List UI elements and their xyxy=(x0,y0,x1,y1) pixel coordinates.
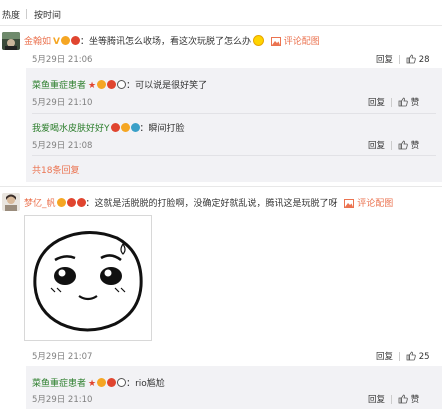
like-label: 赞 xyxy=(410,98,420,108)
comment-actions: 回复 28 xyxy=(376,53,430,65)
panda-badge-icon xyxy=(117,378,127,387)
reply-time: 5月29日 21:08 xyxy=(32,141,93,151)
thumbs-up-icon xyxy=(398,394,408,404)
comment-username[interactable]: 金翰如 xyxy=(24,37,51,47)
action-divider xyxy=(399,352,401,361)
member-badge-icon xyxy=(97,80,107,89)
comment-pic-label: 评论配图 xyxy=(283,37,320,47)
reply-text: ：rio尴尬 xyxy=(126,379,165,389)
avatar[interactable] xyxy=(2,193,20,211)
sort-tabs: 热度 按时间 xyxy=(0,0,442,26)
level-badge-icon xyxy=(107,378,117,387)
fan-badge-icon xyxy=(76,198,86,207)
comment-pic-link[interactable]: 评论配图 xyxy=(270,37,320,47)
level-badge-icon xyxy=(110,123,120,132)
level-badge-icon xyxy=(107,80,117,89)
like-count: 25 xyxy=(418,352,430,362)
reply-text: ：瞬间打脸 xyxy=(139,124,185,134)
reply-button[interactable]: 回复 xyxy=(376,352,393,362)
like-button[interactable]: 28 xyxy=(406,54,430,65)
like-label: 赞 xyxy=(410,395,420,405)
like-button[interactable]: 赞 xyxy=(398,140,420,151)
like-label: 赞 xyxy=(410,141,420,151)
action-divider xyxy=(399,55,401,64)
comment-text: ：坐等腾讯怎么收场，看这次玩脱了怎么办 xyxy=(79,37,251,47)
thumbs-up-icon xyxy=(406,351,416,361)
action-divider xyxy=(391,395,393,404)
verified-v-icon: V xyxy=(53,37,60,47)
reply-button[interactable]: 回复 xyxy=(368,141,385,151)
member-badge-icon xyxy=(60,36,70,45)
comment-divider xyxy=(0,186,442,187)
member-badge-icon xyxy=(97,378,107,387)
reply-line: 菜鱼重症患者 ★ ：可以说是很好笑了 xyxy=(32,78,207,91)
reply-button[interactable]: 回复 xyxy=(368,98,385,108)
image-icon xyxy=(344,199,355,208)
comment-time: 5月29日 21:07 xyxy=(32,352,93,362)
like-button[interactable]: 赞 xyxy=(398,97,420,108)
vip-badge-icon xyxy=(130,123,140,132)
reply-username[interactable]: 我爱喝水皮肤好好Y xyxy=(32,124,110,134)
like-button[interactable]: 赞 xyxy=(398,394,420,405)
comment-time: 5月29日 21:06 xyxy=(32,55,93,65)
level-badge-icon xyxy=(70,36,80,45)
comment-image[interactable] xyxy=(24,215,152,341)
reply-line: 我爱喝水皮肤好好Y ：瞬间打脸 xyxy=(32,121,185,134)
meme-face-image xyxy=(25,216,151,340)
thumbs-up-icon xyxy=(406,54,416,64)
star-icon: ★ xyxy=(88,81,97,91)
action-divider xyxy=(391,141,393,150)
reply-time: 5月29日 21:10 xyxy=(32,98,93,108)
comment-pic-link[interactable]: 评论配图 xyxy=(344,199,393,209)
member-badge-icon xyxy=(120,123,130,132)
avatar[interactable] xyxy=(2,32,20,50)
comment-text: ：这就是活脱脱的打脸啊，没确定好就乱说，腾讯这是玩脱了呀 xyxy=(85,199,338,209)
thumbs-up-icon xyxy=(398,97,408,107)
action-divider xyxy=(391,98,393,107)
reply-text: ：可以说是很好笑了 xyxy=(126,81,208,91)
reply-divider xyxy=(32,155,436,156)
member-badge-icon xyxy=(56,198,66,207)
like-button[interactable]: 25 xyxy=(406,351,430,362)
more-replies-link[interactable]: 共18条回复 xyxy=(32,163,79,176)
emoji-sun-icon xyxy=(253,35,264,46)
panda-badge-icon xyxy=(117,80,127,89)
tab-time[interactable]: 按时间 xyxy=(34,8,61,21)
image-icon xyxy=(270,37,281,46)
like-count: 28 xyxy=(418,55,430,65)
reply-actions: 回复 赞 xyxy=(368,139,419,151)
reply-line: 菜鱼重症患者 ★ ：rio尴尬 xyxy=(32,376,165,389)
reply-button[interactable]: 回复 xyxy=(376,55,393,65)
star-icon: ★ xyxy=(88,379,97,389)
reply-username[interactable]: 菜鱼重症患者 xyxy=(32,81,86,91)
comment-line: 金翰如 V ：坐等腾讯怎么收场，看这次玩脱了怎么办 评论配图 xyxy=(24,34,320,47)
reply-actions: 回复 赞 xyxy=(368,96,419,108)
reply-actions: 回复 赞 xyxy=(368,393,419,405)
reply-button[interactable]: 回复 xyxy=(368,395,385,405)
comment-line: 梦亿_帆 ：这就是活脱脱的打脸啊，没确定好就乱说，腾讯这是玩脱了呀 评论配图 xyxy=(24,196,393,209)
comment-username[interactable]: 梦亿_帆 xyxy=(24,199,56,209)
comment-pic-label: 评论配图 xyxy=(357,199,394,209)
reply-time: 5月29日 21:10 xyxy=(32,395,93,405)
level-badge-icon xyxy=(66,198,76,207)
thumbs-up-icon xyxy=(398,140,408,150)
comment-actions: 回复 25 xyxy=(376,350,430,362)
tab-divider xyxy=(26,9,27,19)
tab-hot[interactable]: 热度 xyxy=(2,8,20,21)
reply-username[interactable]: 菜鱼重症患者 xyxy=(32,379,86,389)
reply-divider xyxy=(32,113,436,114)
